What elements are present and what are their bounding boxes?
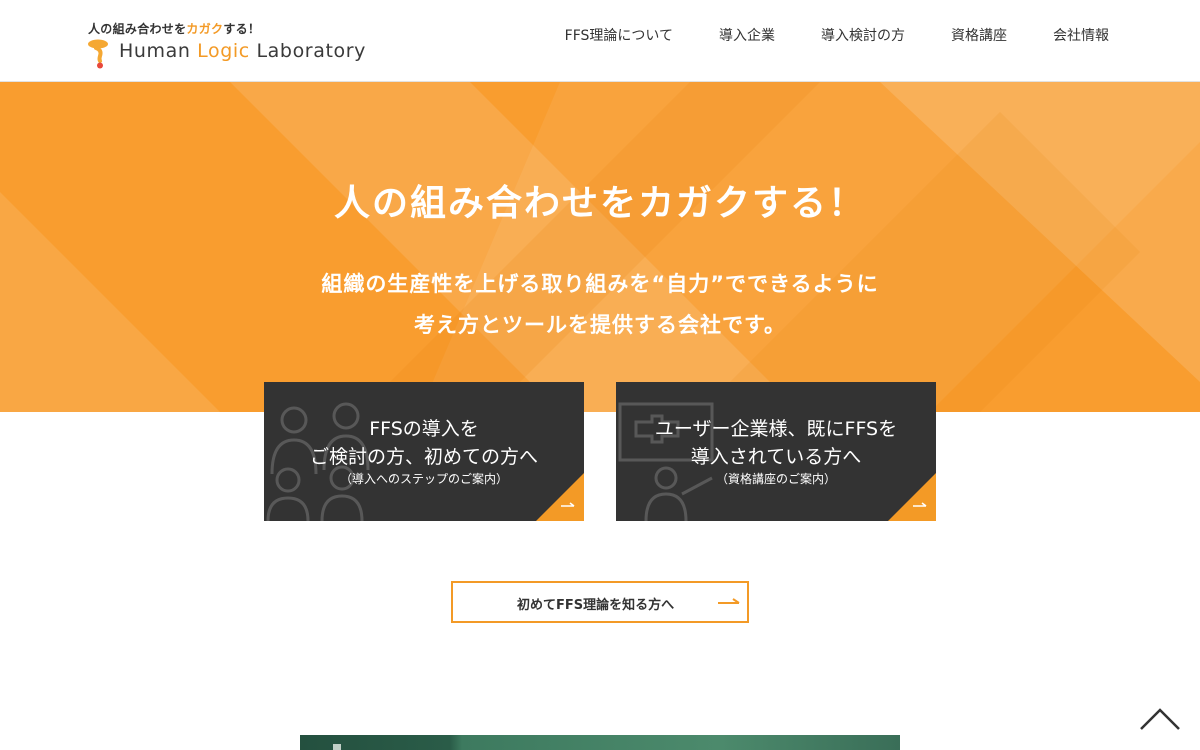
nav-item-clients[interactable]: 導入企業 [719, 27, 775, 45]
arrow-right-icon [888, 473, 936, 521]
bottom-banner[interactable] [300, 735, 900, 750]
nav-item-company[interactable]: 会社情報 [1053, 27, 1109, 45]
logo-tagline-end: する！ [223, 22, 261, 36]
hero-subtitle-line2: 考え方とツールを提供する会社です。 [414, 313, 786, 337]
learn-ffs-theory-label: 初めてFFS理論を知る方へ [517, 598, 675, 613]
learn-ffs-theory-button[interactable]: 初めてFFS理論を知る方へ [451, 581, 749, 623]
logo-name-end: Laboratory [249, 40, 366, 62]
nav-item-courses[interactable]: 資格講座 [951, 27, 1007, 45]
logo-tagline-text: 人の組み合わせを [88, 22, 187, 36]
logo-name: Human Logic Laboratory [119, 40, 366, 62]
hero-title: 人の組み合わせをカガクする！ [333, 183, 866, 224]
arrow-right-icon [536, 473, 584, 521]
logo-name-part: Human [119, 40, 198, 62]
hero-subtitle-line1: 組織の生産性を上げる取り組みを“自力”でできるように [321, 272, 879, 296]
arrow-right-icon [718, 598, 740, 604]
hero-section: 人の組み合わせをカガクする！ 組織の生産性を上げる取り組みを“自力”でできるよう… [0, 82, 1200, 412]
nav-item-consideration[interactable]: 導入検討の方 [821, 27, 905, 45]
site-header: 人の組み合わせをカガクする！ Human Logic Laboratory FF… [0, 0, 1200, 82]
banner-decoration [333, 744, 341, 750]
card-new-users[interactable]: FFSの導入を ご検討の方、初めての方へ （導入へのステップのご案内） [264, 382, 584, 521]
logo-tagline-accent: カガク [186, 22, 224, 36]
nav-item-ffs-theory[interactable]: FFS理論について [565, 27, 673, 45]
card-existing-users-line2: 導入されている方へ [690, 446, 862, 468]
chevron-up-icon[interactable] [1138, 702, 1182, 734]
card-new-users-line1: FFSの導入を [369, 418, 479, 440]
logo-tagline: 人の組み合わせをカガクする！ [88, 20, 260, 37]
card-existing-users[interactable]: ユーザー企業様、既にFFSを 導入されている方へ （資格講座のご案内） [616, 382, 936, 521]
card-existing-users-line1: ユーザー企業様、既にFFSを [654, 418, 898, 440]
logo-name-accent: Logic [197, 40, 250, 62]
card-new-users-line2: ご検討の方、初めての方へ [309, 446, 538, 468]
logo-mark-icon [88, 39, 108, 69]
hero-background-pattern [0, 82, 1200, 412]
site-logo[interactable]: 人の組み合わせをカガクする！ Human Logic Laboratory [88, 20, 388, 70]
main-nav: FFS理論について 導入企業 導入検討の方 資格講座 会社情報 [519, 27, 1109, 45]
